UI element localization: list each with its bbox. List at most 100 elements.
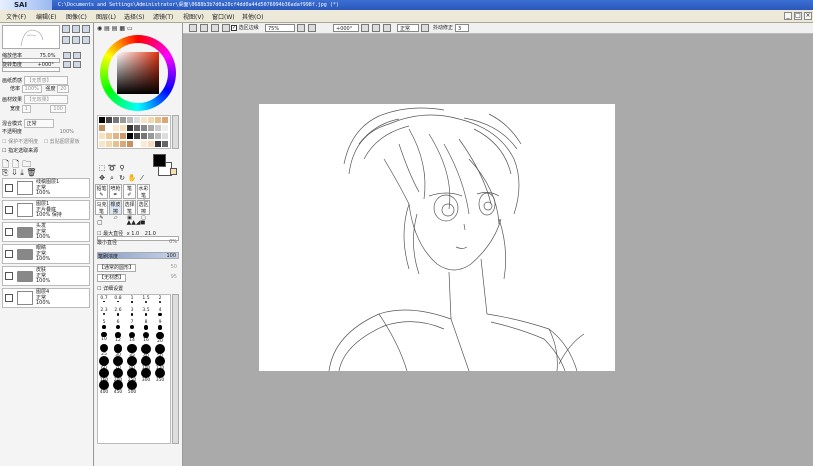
color-swatch[interactable] bbox=[99, 141, 105, 147]
tool-eraser[interactable]: 橡皮擦 ▱ bbox=[109, 200, 122, 221]
transparent-color-icon[interactable] bbox=[170, 168, 177, 175]
detail-settings-row[interactable]: ☐ 详细设置 bbox=[97, 285, 123, 292]
brush-size-cell[interactable]: 16 bbox=[140, 332, 152, 343]
zoom-in-icon[interactable] bbox=[297, 24, 305, 32]
layer-row[interactable]: 图层1 正片叠底 100% 保持 bbox=[2, 200, 90, 220]
open-file-icon[interactable] bbox=[200, 24, 208, 32]
brush-size-cell[interactable]: 400 bbox=[98, 380, 110, 395]
color-swatch[interactable] bbox=[120, 133, 126, 139]
color-swatch[interactable] bbox=[162, 117, 168, 123]
visibility-eye-icon[interactable] bbox=[5, 294, 13, 302]
color-swatch[interactable] bbox=[141, 125, 147, 131]
tool-select-pen[interactable]: 选择笔 ▣ bbox=[123, 200, 136, 221]
stabilizer-select[interactable]: 3 bbox=[455, 24, 469, 32]
brush-size-cell[interactable]: 2 bbox=[154, 296, 166, 304]
eyedropper-icon[interactable]: ⁄ bbox=[137, 174, 147, 183]
nav-rotate-left-icon[interactable] bbox=[62, 36, 70, 44]
brush-size-cell[interactable]: 12 bbox=[112, 332, 124, 343]
color-swatch[interactable] bbox=[113, 125, 119, 131]
invert-selection-icon[interactable] bbox=[222, 24, 230, 32]
select-source-checkbox-icon[interactable]: ☐ bbox=[2, 148, 6, 154]
layer-row[interactable]: 图层4 正常 100% bbox=[2, 288, 90, 308]
brush-size-cell[interactable]: 6 bbox=[112, 320, 124, 329]
rotation-select[interactable]: +000° bbox=[333, 24, 359, 32]
nav-zoom-in-icon[interactable] bbox=[62, 25, 70, 33]
deselect-icon[interactable] bbox=[211, 24, 219, 32]
rotate-left-icon[interactable] bbox=[361, 24, 369, 32]
nav-reset-icon[interactable] bbox=[82, 36, 90, 44]
drawing-canvas[interactable] bbox=[259, 104, 615, 371]
blend-select[interactable]: 正常 bbox=[397, 24, 419, 32]
brush-size-cell[interactable]: 0.8 bbox=[112, 296, 124, 303]
tip-flat-icon[interactable]: ▲▲◢◼ bbox=[127, 219, 146, 226]
color-swatch[interactable] bbox=[113, 141, 119, 147]
anti-alias-option[interactable]: ✓ 选区边缘 bbox=[231, 24, 259, 32]
size-grid-scrollbar[interactable] bbox=[172, 294, 179, 444]
tool-watercolor[interactable]: 水彩笔✐ bbox=[137, 184, 150, 205]
menu-window[interactable]: 窗口(W) bbox=[212, 12, 235, 21]
color-swatch[interactable] bbox=[106, 141, 112, 147]
navigator-preview[interactable] bbox=[2, 25, 60, 49]
delete-layer-icon[interactable]: 🗑 bbox=[26, 168, 36, 177]
magic-wand-icon[interactable]: ⚲ bbox=[117, 164, 127, 173]
menu-other[interactable]: 其他(O) bbox=[242, 12, 263, 21]
layer-folder-row[interactable]: 头发 正常 100% bbox=[2, 222, 90, 242]
paper-texture-row[interactable]: 画纸质感 【无质感】 bbox=[2, 76, 68, 85]
rotate-right-icon[interactable] bbox=[372, 24, 380, 32]
tip-square-icon[interactable]: ▢ bbox=[97, 219, 103, 226]
angle-slider[interactable] bbox=[2, 67, 60, 72]
protect-checkbox-icon[interactable]: ☐ bbox=[2, 139, 6, 145]
color-swatch[interactable] bbox=[106, 125, 112, 131]
tool-pencil[interactable]: 铅笔 ✎ bbox=[95, 184, 108, 199]
tool-select-eraser[interactable]: 选区擦 ▢ bbox=[137, 200, 150, 221]
color-swatch[interactable] bbox=[99, 117, 105, 123]
hsv-slider-tab-icon[interactable]: ▤ bbox=[112, 25, 118, 32]
tool-airbrush[interactable]: 喷枪 ✒ bbox=[109, 184, 122, 199]
menu-select[interactable]: 选择(S) bbox=[124, 12, 145, 21]
color-swatch[interactable] bbox=[162, 125, 168, 131]
rotate-tool-icon[interactable]: ↻ bbox=[117, 174, 127, 183]
density-slider[interactable]: 笔刷浓度 100 bbox=[97, 252, 179, 260]
color-swatch[interactable] bbox=[113, 133, 119, 139]
selection-tool-icon[interactable]: ⬚ bbox=[97, 164, 107, 173]
nav-fit-icon[interactable] bbox=[82, 25, 90, 33]
lasso-tool-icon[interactable]: ➰ bbox=[107, 164, 117, 173]
color-swatch[interactable] bbox=[120, 117, 126, 123]
visibility-eye-icon[interactable] bbox=[5, 184, 13, 192]
brush-size-cell[interactable]: 450 bbox=[112, 380, 124, 395]
color-swatch[interactable] bbox=[148, 117, 154, 123]
nav-rotate-right-icon[interactable] bbox=[72, 36, 80, 44]
maximize-button[interactable]: □ bbox=[794, 12, 802, 20]
brush-size-cell[interactable]: 9 bbox=[154, 320, 166, 330]
paper-effect-row[interactable]: 画材效果 【无效果】 bbox=[2, 95, 68, 104]
color-swatch[interactable] bbox=[127, 133, 133, 139]
color-swatch[interactable] bbox=[127, 141, 133, 147]
checkbox-icon[interactable]: ☐ bbox=[97, 286, 101, 292]
brush-size-cell[interactable]: 3 bbox=[126, 308, 138, 316]
zoom-tool-icon[interactable]: ⌕ bbox=[107, 174, 117, 183]
color-swatch[interactable] bbox=[162, 133, 168, 139]
color-wheel-tab-icon[interactable]: ◉ bbox=[97, 25, 102, 32]
swatch-tab-icon[interactable]: ▦ bbox=[119, 25, 125, 32]
tool-marker[interactable]: 马克笔 ✎ bbox=[95, 200, 108, 221]
color-swatch[interactable] bbox=[99, 125, 105, 131]
merge-icon[interactable]: ⤓ bbox=[20, 168, 24, 177]
color-swatch[interactable] bbox=[106, 117, 112, 123]
blend-mode-row[interactable]: 混合模式 正常 bbox=[2, 119, 54, 128]
color-swatch[interactable] bbox=[155, 117, 161, 123]
brush-size-cell[interactable]: 14 bbox=[126, 332, 138, 343]
checkbox-icon[interactable]: ✓ bbox=[231, 24, 237, 31]
brush-size-cell[interactable]: 2.3 bbox=[98, 308, 110, 316]
swatch-scrollbar[interactable] bbox=[172, 115, 179, 149]
select-source-row[interactable]: ☐ 指定选取来源 bbox=[2, 147, 38, 154]
brush-size-cell[interactable]: 2.6 bbox=[112, 308, 124, 316]
color-swatch[interactable] bbox=[120, 141, 126, 147]
brush-size-cell[interactable]: 500 bbox=[126, 380, 138, 395]
move-tool-icon[interactable]: ✥ bbox=[97, 174, 107, 183]
brush-size-cell[interactable]: 4 bbox=[154, 308, 166, 317]
brush-texture-row[interactable]: 【无材质】 95 bbox=[97, 274, 179, 282]
minimize-button[interactable]: _ bbox=[784, 12, 792, 20]
menu-image[interactable]: 图像(C) bbox=[66, 12, 87, 21]
color-swatch[interactable] bbox=[155, 133, 161, 139]
merge-down-icon[interactable]: ⇩ bbox=[11, 168, 18, 177]
